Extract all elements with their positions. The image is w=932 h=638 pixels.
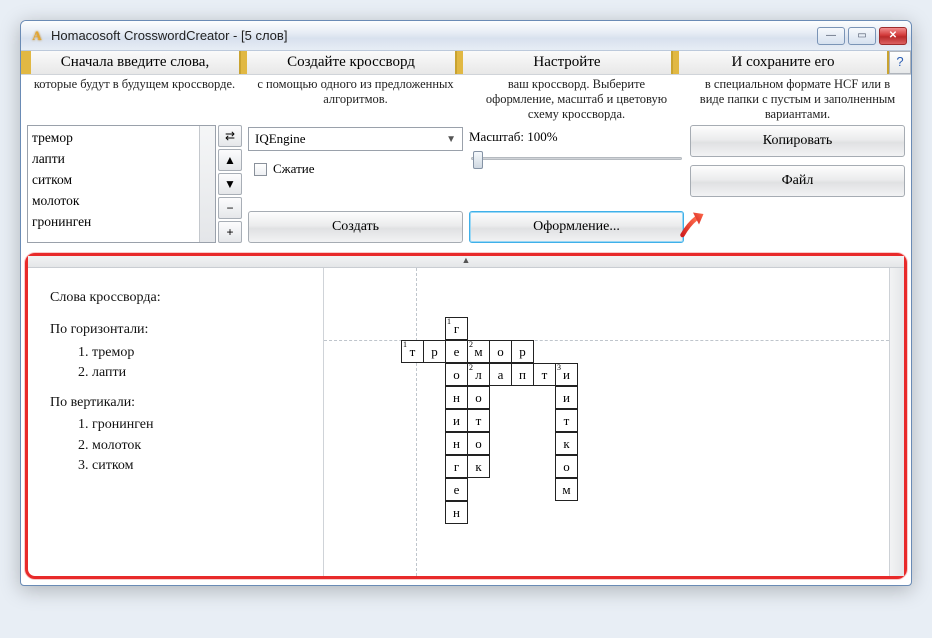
cw-cell: о (445, 363, 468, 386)
cw-cell: 1г (445, 317, 468, 340)
word-line: гронинген (32, 212, 211, 233)
cw-cell: 2м (467, 340, 490, 363)
create-button[interactable]: Создать (248, 211, 463, 243)
panel3-desc: ваш кроссворд. Выберите оформление, масш… (469, 77, 684, 125)
slider-track (471, 157, 682, 160)
zoom-slider[interactable] (469, 147, 684, 171)
chevron-down-icon: ▼ (446, 134, 456, 145)
algorithm-selected: IQEngine (255, 131, 306, 147)
word-line: молоток (32, 191, 211, 212)
cw-cell: 3и (555, 363, 578, 386)
app-window: A Homacosoft CrosswordCreator - [5 слов]… (20, 20, 912, 586)
clue-item: 1. гронинген (78, 415, 313, 435)
crossword-canvas[interactable]: 1г 1т р е 2м о р о 2л а (324, 268, 904, 576)
clues-title: Слова кроссворда: (50, 288, 313, 308)
cw-cell: 1т (401, 340, 424, 363)
slider-thumb[interactable] (473, 151, 483, 169)
close-button[interactable]: ✕ (879, 27, 907, 45)
down-heading: По вертикали: (50, 393, 313, 413)
minimize-button[interactable]: — (817, 27, 845, 45)
cw-cell: т (467, 409, 490, 432)
window-title: Homacosoft CrosswordCreator - [5 слов] (51, 28, 287, 43)
maximize-button[interactable]: ▭ (848, 27, 876, 45)
cw-cell: р (423, 340, 446, 363)
clue-item: 3. ситком (78, 456, 313, 476)
cw-cell: к (555, 432, 578, 455)
move-up-button[interactable]: ▲ (218, 149, 242, 171)
cw-cell: н (445, 386, 468, 409)
step1-header: Сначала введите слова, (21, 51, 241, 74)
cw-cell: м (555, 478, 578, 501)
cw-cell: о (467, 432, 490, 455)
clue-item: 2. лапти (78, 363, 313, 383)
cw-cell: о (489, 340, 512, 363)
panel2-desc: с помощью одного из предложенных алгорит… (248, 77, 463, 125)
step2-header: Создайте кроссворд (241, 51, 457, 74)
panel4-desc: в специальном формате HCF или в виде пап… (690, 77, 905, 125)
steps-header-row: Сначала введите слова, Создайте кроссвор… (21, 51, 911, 75)
clue-item: 2. молоток (78, 436, 313, 456)
cw-cell: 2л (467, 363, 490, 386)
compress-label: Сжатие (273, 161, 315, 177)
word-line: тремор (32, 128, 211, 149)
algorithm-select[interactable]: IQEngine ▼ (248, 127, 463, 151)
cw-cell: н (445, 501, 468, 524)
cw-cell: е (445, 340, 468, 363)
panel-create: с помощью одного из предложенных алгорит… (248, 77, 463, 243)
app-icon: A (29, 28, 45, 44)
zoom-label: Масштаб: 100% (469, 129, 684, 145)
move-down-button[interactable]: ▼ (218, 173, 242, 195)
cw-cell: п (511, 363, 534, 386)
compress-checkbox[interactable] (254, 163, 267, 176)
copy-button[interactable]: Копировать (690, 125, 905, 157)
cw-cell: н (445, 432, 468, 455)
word-line: лапти (32, 149, 211, 170)
cw-cell: т (555, 409, 578, 432)
cw-cell: р (511, 340, 534, 363)
swap-button[interactable]: ⇄ (218, 125, 242, 147)
help-button[interactable]: ? (889, 51, 911, 74)
add-word-button[interactable]: + (218, 221, 242, 243)
words-textarea[interactable]: тремор лапти ситком молоток гронинген (27, 125, 216, 243)
cw-cell: и (445, 409, 468, 432)
remove-word-button[interactable]: − (218, 197, 242, 219)
panel1-desc: которые будут в будущем кроссворде. (27, 77, 242, 125)
cw-cell: а (489, 363, 512, 386)
panel-words: которые будут в будущем кроссворде. трем… (27, 77, 242, 243)
canvas-scrollbar[interactable] (889, 268, 904, 576)
words-scrollbar[interactable] (199, 126, 215, 242)
cw-cell: к (467, 455, 490, 478)
cw-cell: е (445, 478, 468, 501)
cw-cell: о (467, 386, 490, 409)
crossword-grid: 1г 1т р е 2м о р о 2л а (402, 318, 578, 525)
clue-item: 1. тремор (78, 343, 313, 363)
file-button[interactable]: Файл (690, 165, 905, 197)
cw-cell: т (533, 363, 556, 386)
step3-header: Настройте (457, 51, 673, 74)
clues-pane: Слова кроссворда: По горизонтали: 1. тре… (28, 268, 324, 576)
titlebar: A Homacosoft CrosswordCreator - [5 слов]… (21, 21, 911, 51)
preview-area: Слова кроссворда: По горизонтали: 1. тре… (25, 253, 907, 579)
design-button[interactable]: Оформление... (469, 211, 684, 243)
panel-tune: ваш кроссворд. Выберите оформление, масш… (469, 77, 684, 243)
cw-cell: и (555, 386, 578, 409)
step4-header: И сохраните его (673, 51, 889, 74)
cw-cell: о (555, 455, 578, 478)
cw-cell: г (445, 455, 468, 478)
panel-save: в специальном формате HCF или в виде пап… (690, 77, 905, 243)
across-heading: По горизонтали: (50, 320, 313, 340)
word-line: ситком (32, 170, 211, 191)
preview-splitter[interactable] (28, 256, 904, 268)
